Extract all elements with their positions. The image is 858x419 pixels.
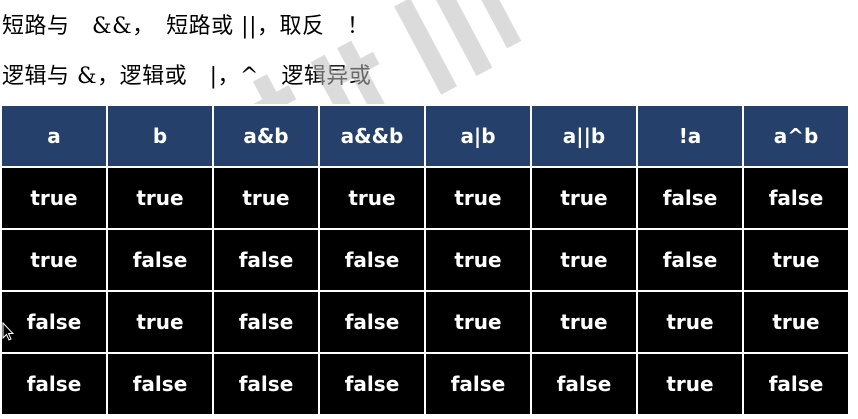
table-cell: false (742, 166, 850, 230)
column-header: b (106, 104, 214, 168)
table-row: false true false false true true true tr… (0, 290, 850, 354)
column-header: a^b (742, 104, 850, 168)
table-cell: true (742, 228, 850, 292)
table-cell: false (212, 352, 320, 416)
text-line-short-circuit: 短路与 &&， 短路或 ||，取反 ！ (2, 14, 370, 39)
table-row: true false false false true true false t… (0, 228, 850, 292)
column-header: a||b (530, 104, 638, 168)
table-cell: true (106, 166, 214, 230)
text-line-logical: 逻辑与 &，逻辑或 |，^ 逻辑异或 (2, 64, 372, 89)
table-cell: false (318, 228, 426, 292)
table-cell: true (530, 166, 638, 230)
table-cell: false (636, 166, 744, 230)
table-cell: true (636, 352, 744, 416)
table-cell: false (212, 290, 320, 354)
table-row: true true true true true true false fals… (0, 166, 850, 230)
table-cell: false (318, 352, 426, 416)
table-cell: false (106, 352, 214, 416)
truth-table: a b a&b a&&b a|b a||b !a a^b true true t… (0, 104, 850, 416)
table-cell: true (742, 290, 850, 354)
mouse-cursor-icon (2, 322, 14, 341)
table-cell: false (742, 352, 850, 416)
column-header: a&&b (318, 104, 426, 168)
column-header: a&b (212, 104, 320, 168)
table-row: false false false false false false true… (0, 352, 850, 416)
table-cell: true (424, 228, 532, 292)
table-cell: true (636, 290, 744, 354)
table-cell: false (106, 228, 214, 292)
table-cell: false (424, 352, 532, 416)
table-cell: true (530, 228, 638, 292)
table-cell: false (636, 228, 744, 292)
table-cell: true (530, 290, 638, 354)
table-cell: true (318, 166, 426, 230)
column-header: a (0, 104, 108, 168)
table-cell: false (0, 290, 108, 354)
table-cell: true (424, 290, 532, 354)
column-header: a|b (424, 104, 532, 168)
table-cell: true (0, 166, 108, 230)
column-header: !a (636, 104, 744, 168)
table-header-row: a b a&b a&&b a|b a||b !a a^b (0, 104, 850, 168)
table-cell: false (212, 228, 320, 292)
table-cell: false (318, 290, 426, 354)
table-cell: true (0, 228, 108, 292)
table-cell: true (106, 290, 214, 354)
table-cell: false (530, 352, 638, 416)
table-cell: true (212, 166, 320, 230)
table-cell: false (0, 352, 108, 416)
table-cell: true (424, 166, 532, 230)
